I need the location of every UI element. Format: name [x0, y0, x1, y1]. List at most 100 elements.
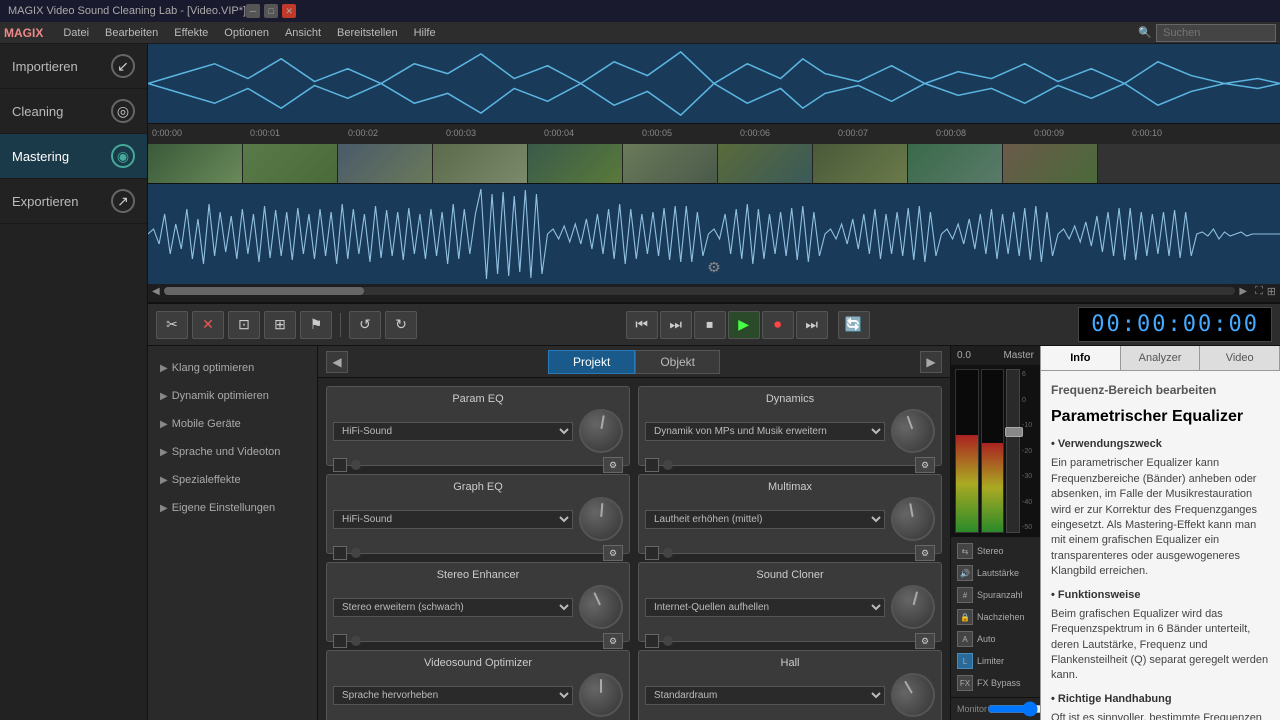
vu-slider[interactable]	[1006, 369, 1020, 533]
redo-button[interactable]: ↻	[385, 311, 417, 339]
nav-arrow-mobile: ▶	[160, 419, 168, 430]
effects-nav-right[interactable]: ▶	[920, 351, 942, 373]
sidebar-item-exportieren[interactable]: Exportieren ↗	[0, 179, 147, 224]
videosound-knob[interactable]	[579, 673, 623, 717]
undo-button[interactable]: ↺	[349, 311, 381, 339]
scroll-right-icon[interactable]: ▶	[1239, 286, 1247, 297]
sidebar-item-mastering[interactable]: Mastering ◉	[0, 134, 147, 179]
hall-dropdown[interactable]: Standardraum	[645, 686, 885, 705]
menu-datei[interactable]: Datei	[55, 25, 97, 41]
nav-spezial[interactable]: ▶ Spezialeffekte	[148, 466, 317, 494]
dynamics-body: Dynamik von MPs und Musik erweitern	[645, 409, 935, 453]
tab-analyzer[interactable]: Analyzer	[1121, 346, 1201, 370]
dynamics-checkbox[interactable]	[645, 458, 659, 472]
separator-1	[340, 313, 341, 337]
dynamics-dropdown[interactable]: Dynamik von MPs und Musik erweitern	[645, 422, 885, 441]
delete-button[interactable]: ✕	[192, 311, 224, 339]
rewind-start-button[interactable]: ⏮	[626, 311, 658, 339]
sound-cloner-settings[interactable]: ⚙	[915, 633, 935, 649]
scroll-track[interactable]	[164, 287, 1236, 295]
multimax-led	[663, 548, 673, 558]
fast-forward-button[interactable]: ⏭	[796, 311, 828, 339]
search-input[interactable]	[1156, 24, 1276, 42]
cut-tool-button[interactable]: ✂	[156, 311, 188, 339]
sidebar-item-cleaning[interactable]: Cleaning ◎	[0, 89, 147, 134]
repeat-button[interactable]: 🔄	[838, 311, 870, 339]
multimax-dropdown[interactable]: Lautheit erhöhen (mittel)	[645, 510, 885, 529]
minimize-button[interactable]: ─	[246, 4, 260, 18]
tab-projekt[interactable]: Projekt	[548, 350, 635, 374]
multimax-checkbox[interactable]	[645, 546, 659, 560]
stereo-enhancer-settings[interactable]: ⚙	[603, 633, 623, 649]
param-eq-knob[interactable]	[576, 406, 627, 457]
stereo-enhancer-knob[interactable]	[572, 578, 630, 636]
graph-eq-dropdown[interactable]: HiFi-Sound	[333, 510, 573, 529]
scroll-thumb[interactable]	[164, 287, 364, 295]
maximize-button[interactable]: □	[264, 4, 278, 18]
menu-bearbeiten[interactable]: Bearbeiten	[97, 25, 166, 41]
effect-dynamics: Dynamics Dynamik von MPs und Musik erwei…	[638, 386, 942, 466]
time-1: 0:00:01	[250, 128, 280, 138]
graph-eq-settings[interactable]: ⚙	[603, 545, 623, 561]
flag-button[interactable]: ⚑	[300, 311, 332, 339]
vu-meter-left	[955, 369, 979, 533]
nav-dynamik[interactable]: ▶ Dynamik optimieren	[148, 382, 317, 410]
nav-mobile[interactable]: ▶ Mobile Geräte	[148, 410, 317, 438]
stereo-enhancer-checkbox[interactable]	[333, 634, 347, 648]
close-button[interactable]: ✕	[282, 4, 296, 18]
tab-info[interactable]: Info	[1041, 346, 1121, 370]
vu-slider-handle[interactable]	[1005, 427, 1023, 437]
sound-cloner-title: Sound Cloner	[645, 569, 935, 581]
paste-button[interactable]: ⊞	[264, 311, 296, 339]
rewind-button[interactable]: ⏭	[660, 311, 692, 339]
stereo-enhancer-dropdown[interactable]: Stereo erweitern (schwach)	[333, 598, 573, 617]
multimax-settings[interactable]: ⚙	[915, 545, 935, 561]
titlebar: MAGIX Video Sound Cleaning Lab - [Video.…	[0, 0, 1280, 22]
scroll-left-icon[interactable]: ◀	[152, 286, 160, 297]
nav-sprache[interactable]: ▶ Sprache und Videoton	[148, 438, 317, 466]
ctrl-limiter: L Limiter	[955, 651, 1036, 671]
sidebar-item-importieren[interactable]: Importieren ↙	[0, 44, 147, 89]
dynamics-knob[interactable]	[885, 403, 941, 459]
sound-cloner-led	[663, 636, 673, 646]
graph-eq-knob[interactable]	[577, 495, 625, 543]
copy-button[interactable]: ⊡	[228, 311, 260, 339]
graph-eq-checkbox[interactable]	[333, 546, 347, 560]
section-handhabung: • Richtige Handhabung Oft ist es sinnvol…	[1051, 692, 1270, 720]
menu-optionen[interactable]: Optionen	[216, 25, 277, 41]
menu-effekte[interactable]: Effekte	[166, 25, 216, 41]
effects-nav-left[interactable]: ◀	[326, 351, 348, 373]
nav-eigene[interactable]: ▶ Eigene Einstellungen	[148, 494, 317, 522]
expand-icon[interactable]: ⛶	[1255, 285, 1263, 298]
heading-handhabung: • Richtige Handhabung	[1051, 692, 1270, 707]
param-eq-dropdown[interactable]: HiFi-Sound	[333, 422, 573, 441]
master-controls: ⇆ Stereo 🔊 Lautstärke # Spuranzahl 🔒 Nac…	[951, 537, 1040, 697]
vu-fill-right	[982, 443, 1004, 532]
waveform-top	[148, 44, 1280, 124]
hall-knob[interactable]	[883, 665, 943, 720]
sidebar: Importieren ↙ Cleaning ◎ Mastering ◉ Exp…	[0, 44, 148, 720]
record-button[interactable]: ⏺	[762, 311, 794, 339]
timeline-scrollbar[interactable]: ◀ ▶ ⛶ ⊞	[148, 284, 1280, 298]
zoom-in-icon[interactable]: ⊞	[1267, 285, 1276, 298]
db-label-0: 0	[1022, 397, 1036, 404]
nav-klang[interactable]: ▶ Klang optimieren	[148, 354, 317, 382]
param-eq-settings[interactable]: ⚙	[603, 457, 623, 473]
monitor-slider[interactable]	[987, 705, 1047, 713]
menu-ansicht[interactable]: Ansicht	[277, 25, 329, 41]
time-0: 0:00:00	[152, 128, 182, 138]
multimax-knob[interactable]	[888, 494, 939, 545]
tab-video[interactable]: Video	[1200, 346, 1280, 370]
play-button[interactable]: ▶	[728, 311, 760, 339]
menu-hilfe[interactable]: Hilfe	[406, 25, 444, 41]
dynamics-settings[interactable]: ⚙	[915, 457, 935, 473]
param-eq-checkbox[interactable]	[333, 458, 347, 472]
tab-objekt[interactable]: Objekt	[635, 350, 720, 374]
menu-bereitstellen[interactable]: Bereitstellen	[329, 25, 406, 41]
sound-cloner-dropdown[interactable]: Internet-Quellen aufhellen	[645, 598, 885, 617]
sound-cloner-knob[interactable]	[886, 580, 940, 634]
master-db: 0.0	[957, 350, 971, 361]
stop-button[interactable]: ⏹	[694, 311, 726, 339]
sound-cloner-checkbox[interactable]	[645, 634, 659, 648]
videosound-dropdown[interactable]: Sprache hervorheben	[333, 686, 573, 705]
